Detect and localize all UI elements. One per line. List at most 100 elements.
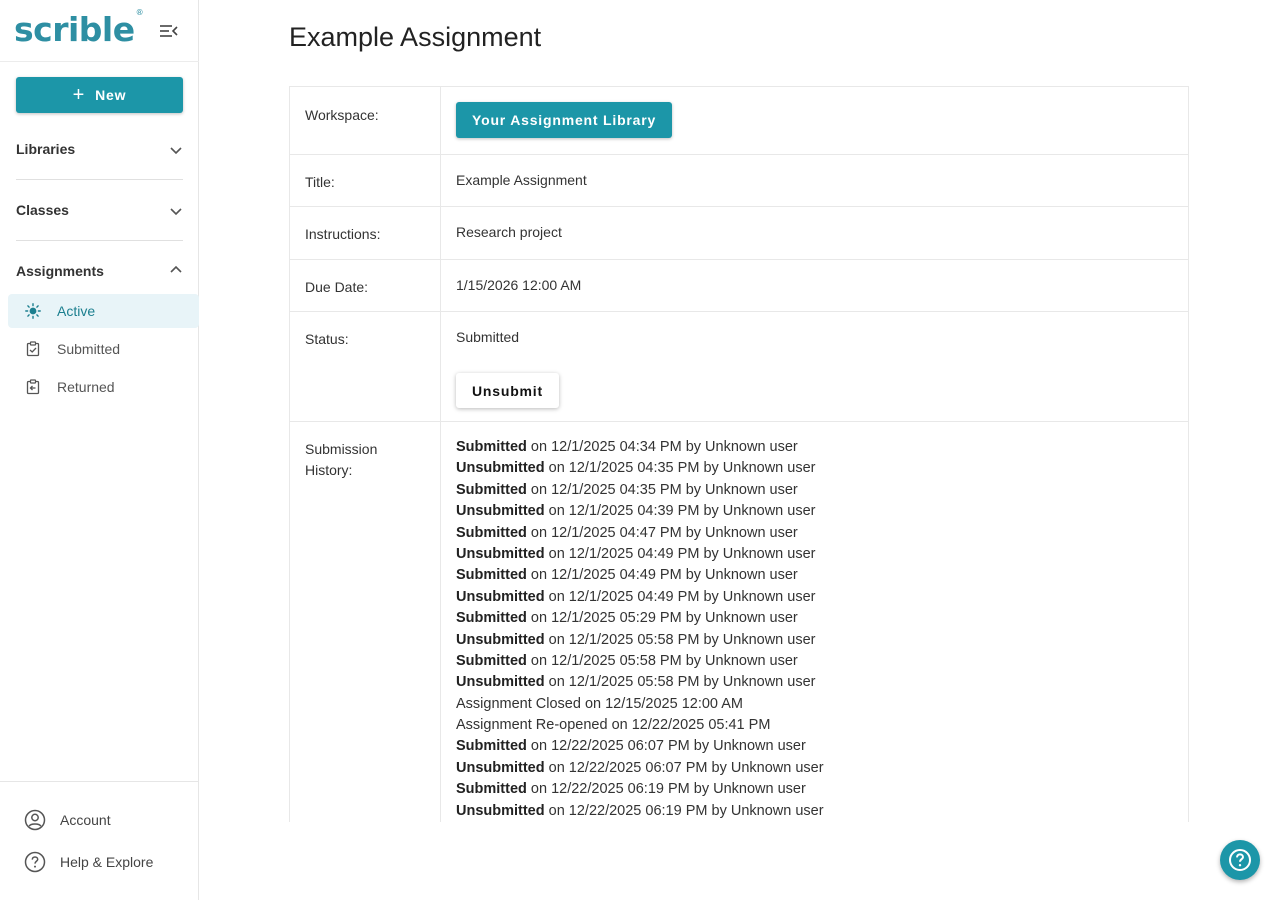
section-classes[interactable]: Classes xyxy=(16,202,183,226)
help-icon xyxy=(24,851,46,873)
history-user: by Unknown user xyxy=(703,674,816,691)
history-date: on 12/1/2025 05:58 PM xyxy=(548,631,700,648)
row-status: Status: Submitted Unsubmit xyxy=(290,311,1188,422)
sidebar-header: scrible® xyxy=(0,0,199,62)
account-icon xyxy=(24,809,46,831)
sidebar-item-label: Submitted xyxy=(57,341,121,357)
history-action: Submitted xyxy=(456,652,527,669)
chevron-down-icon xyxy=(169,143,183,157)
sidebar-item-submitted[interactable]: Submitted xyxy=(8,332,199,366)
sidebar-item-label: Active xyxy=(57,303,96,319)
history-action: Unsubmitted xyxy=(456,802,545,819)
help-fab-button[interactable] xyxy=(1220,840,1260,880)
history-action: Submitted xyxy=(456,524,527,541)
history-user: by Unknown user xyxy=(703,545,816,562)
account-label: Account xyxy=(60,812,111,828)
history-entry: Submitted on 12/1/2025 04:49 PM by Unkno… xyxy=(456,565,824,586)
history-action: Submitted xyxy=(456,781,527,798)
logo-registered-mark: ® xyxy=(135,8,144,17)
history-action: Unsubmitted xyxy=(456,545,545,562)
history-entry: Submitted on 12/22/2025 06:07 PM by Unkn… xyxy=(456,736,824,757)
history-user: by Unknown user xyxy=(693,781,806,798)
history-user: by Unknown user xyxy=(703,588,816,605)
row-submission-history: Submission History: Submitted on 12/1/20… xyxy=(290,421,1188,822)
history-date: on 12/22/2025 06:07 PM xyxy=(548,759,708,776)
history-user: by Unknown user xyxy=(711,802,824,819)
history-action: Submitted xyxy=(456,481,527,498)
history-entry: Unsubmitted on 12/1/2025 05:58 PM by Unk… xyxy=(456,672,824,693)
section-libraries[interactable]: Libraries xyxy=(16,141,183,165)
history-date: on 12/1/2025 04:35 PM xyxy=(530,481,682,498)
history-date: on 12/22/2025 05:41 PM xyxy=(611,717,771,734)
assignment-details-table: Workspace: Your Assignment Library Title… xyxy=(289,86,1189,822)
history-date: on 12/1/2025 04:35 PM xyxy=(548,460,700,477)
instructions-value: Research project xyxy=(456,224,562,240)
workspace-library-button[interactable]: Your Assignment Library xyxy=(456,102,673,138)
sidebar-item-label: Returned xyxy=(57,379,115,395)
history-action: Unsubmitted xyxy=(456,631,545,648)
history-date: on 12/1/2025 05:29 PM xyxy=(530,610,682,627)
history-date: on 12/1/2025 05:58 PM xyxy=(548,674,700,691)
row-label: Title: xyxy=(290,154,441,206)
history-entry: Assignment Re-opened on 12/22/2025 05:41… xyxy=(456,715,824,736)
status-value: Submitted xyxy=(456,329,520,345)
history-action: Unsubmitted xyxy=(456,759,545,776)
history-date: on 12/15/2025 12:00 AM xyxy=(584,695,743,712)
row-label: Submission History: xyxy=(290,421,441,822)
due-date-value: 1/15/2026 12:00 AM xyxy=(456,277,582,293)
history-action: Submitted xyxy=(456,610,527,627)
history-user: by Unknown user xyxy=(685,652,798,669)
divider xyxy=(0,781,199,782)
history-entry: Unsubmitted on 12/1/2025 04:35 PM by Unk… xyxy=(456,458,824,479)
history-date: on 12/1/2025 04:49 PM xyxy=(548,588,700,605)
submission-history-list: Submitted on 12/1/2025 04:34 PM by Unkno… xyxy=(456,437,824,822)
row-workspace: Workspace: Your Assignment Library xyxy=(290,87,1188,155)
row-due-date: Due Date: 1/15/2026 12:00 AM xyxy=(290,259,1188,312)
sidebar-item-account[interactable]: Account xyxy=(24,809,111,831)
history-action: Submitted xyxy=(456,567,527,584)
sidebar-item-returned[interactable]: Returned xyxy=(8,370,199,404)
new-button[interactable]: + New xyxy=(16,77,183,113)
row-label: Status: xyxy=(290,311,441,421)
section-label: Libraries xyxy=(16,141,76,157)
history-date: on 12/1/2025 04:39 PM xyxy=(548,503,700,520)
history-entry: Submitted on 12/1/2025 05:58 PM by Unkno… xyxy=(456,651,824,672)
section-assignments[interactable]: Assignments xyxy=(16,263,183,287)
history-entry: Unsubmitted on 12/1/2025 04:49 PM by Unk… xyxy=(456,544,824,565)
row-label: Instructions: xyxy=(290,206,441,259)
history-user: by Unknown user xyxy=(703,631,816,648)
history-entry: Submitted on 12/1/2025 04:34 PM by Unkno… xyxy=(456,437,824,458)
divider xyxy=(16,240,183,241)
sidebar-item-active[interactable]: Active xyxy=(8,294,199,328)
history-action: Unsubmitted xyxy=(456,460,545,477)
history-entry: Assignment Closed on 12/15/2025 12:00 AM xyxy=(456,694,824,715)
clipboard-return-icon xyxy=(25,379,41,395)
history-action: Assignment Closed xyxy=(456,695,581,712)
unsubmit-button[interactable]: Unsubmit xyxy=(456,373,559,408)
history-action: Submitted xyxy=(456,439,527,455)
section-label: Classes xyxy=(16,202,69,218)
history-user: by Unknown user xyxy=(685,481,798,498)
scrible-logo[interactable]: scrible® xyxy=(14,8,144,49)
history-user: by Unknown user xyxy=(685,439,798,455)
help-icon xyxy=(1229,849,1251,871)
collapse-sidebar-icon[interactable] xyxy=(158,21,180,41)
history-date: on 12/22/2025 06:19 PM xyxy=(530,781,690,798)
history-entry: Unsubmitted on 12/1/2025 04:49 PM by Unk… xyxy=(456,587,824,608)
chevron-up-icon xyxy=(169,263,183,277)
sidebar: scrible® + New Libraries Classes Assignm… xyxy=(0,0,199,900)
history-entry: Unsubmitted on 12/1/2025 05:58 PM by Unk… xyxy=(456,630,824,651)
logo-text: scrible xyxy=(14,10,135,49)
history-entry: Unsubmitted on 12/22/2025 06:07 PM by Un… xyxy=(456,758,824,779)
history-date: on 12/1/2025 04:47 PM xyxy=(530,524,682,541)
sidebar-item-help[interactable]: Help & Explore xyxy=(24,851,153,873)
history-action: Assignment Re-opened xyxy=(456,717,608,734)
chevron-down-icon xyxy=(169,204,183,218)
row-label: Workspace: xyxy=(290,87,441,154)
history-action: Unsubmitted xyxy=(456,588,545,605)
history-date: on 12/1/2025 04:34 PM xyxy=(530,439,682,455)
history-entry: Submitted on 12/1/2025 04:47 PM by Unkno… xyxy=(456,523,824,544)
history-date: on 12/1/2025 04:49 PM xyxy=(530,567,682,584)
plus-icon: + xyxy=(72,84,86,106)
history-action: Submitted xyxy=(456,738,527,755)
